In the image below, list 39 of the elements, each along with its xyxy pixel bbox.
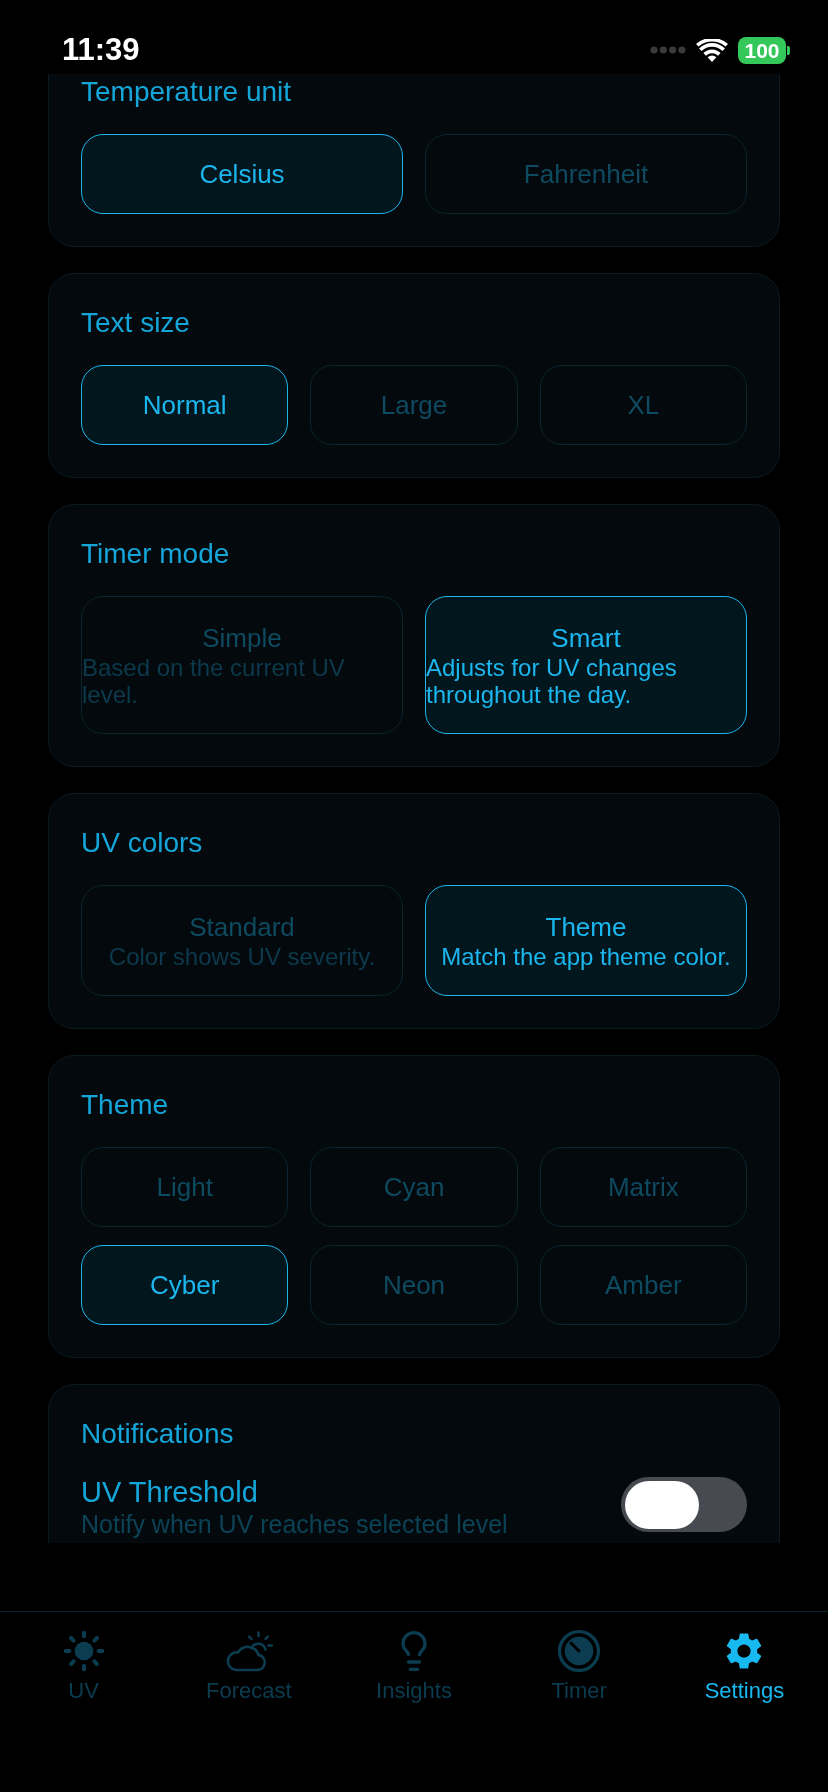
option-button[interactable]: Amber [539, 1245, 747, 1325]
setting-description: Notify when UV reaches selected level [81, 1509, 508, 1539]
dial-icon [557, 1629, 602, 1673]
option-description: Color shows UV severity. [108, 943, 376, 970]
option-button[interactable]: Smart Adjusts for UV changes throughout the day. [425, 596, 747, 734]
option-button[interactable]: Matrix [539, 1147, 747, 1227]
option-button[interactable]: Large [310, 365, 518, 445]
section-title: Timer mode [81, 538, 231, 570]
setting-label: UV Threshold [81, 1475, 259, 1509]
option-button[interactable]: Fahrenheit [425, 134, 747, 214]
status-time: 11:39 [62, 32, 140, 68]
section-title: Temperature unit [81, 76, 293, 108]
tab-bar-item[interactable]: Timer [496, 1629, 662, 1704]
option-description: Match the app theme color. [441, 943, 731, 970]
option-button[interactable]: Celsius [81, 134, 403, 214]
signal-icon [650, 46, 686, 54]
toggle-switch[interactable] [621, 1477, 747, 1532]
option-button[interactable]: Simple Based on the current UV level. [81, 596, 403, 734]
battery-indicator: 100 [738, 36, 790, 64]
tab-bar-item[interactable]: Insights [331, 1629, 497, 1704]
option-button[interactable]: Theme Match the app theme color. [425, 885, 747, 996]
tab-bar-item[interactable]: UV [1, 1629, 167, 1704]
option-button[interactable]: Cyber [81, 1245, 289, 1325]
option-button[interactable]: XL [539, 365, 747, 445]
section-title: UV colors [81, 827, 204, 859]
wifi-icon [696, 38, 728, 62]
tab-bar-item[interactable]: Settings [661, 1629, 827, 1704]
option-button[interactable]: Cyan [310, 1147, 518, 1227]
option-button[interactable]: Normal [81, 365, 289, 445]
option-description: Adjusts for UV changes throughout the day. [426, 654, 678, 708]
option-button[interactable]: Light [81, 1147, 289, 1227]
sun-icon [61, 1629, 106, 1673]
option-button[interactable]: Standard Color shows UV severity. [81, 885, 403, 996]
option-description: Based on the current UV level. [82, 654, 346, 708]
option-button[interactable]: Neon [310, 1245, 518, 1325]
tab-bar-item[interactable]: Forecast [166, 1629, 332, 1704]
section-title: Text size [81, 307, 191, 339]
section-title: Theme [81, 1089, 170, 1121]
section-title: Notifications [81, 1418, 235, 1450]
